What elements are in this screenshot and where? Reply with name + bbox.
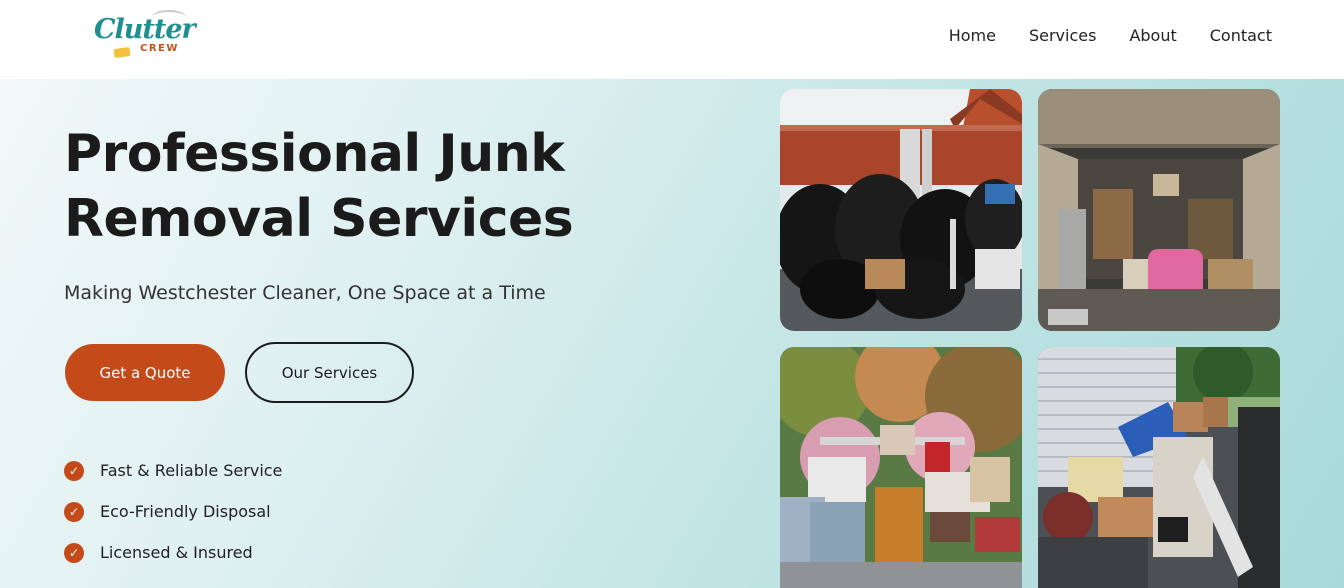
nav-contact-link[interactable]: Contact <box>1210 26 1272 45</box>
feature-label: Fast & Reliable Service <box>100 461 283 480</box>
logo-wordmark: Clutter <box>94 14 196 45</box>
site-header: Clutter CREW Home Services About Contact <box>0 0 1344 79</box>
check-circle-icon: ✓ <box>64 460 84 481</box>
main-nav: Home Services About Contact <box>949 26 1272 45</box>
feature-item: ✓ Licensed & Insured <box>64 532 282 573</box>
nav-services-link[interactable]: Services <box>1029 26 1096 45</box>
hero-title: Professional Junk Removal Services <box>64 122 704 252</box>
check-circle-icon: ✓ <box>64 542 84 563</box>
feature-item: ✓ Fast & Reliable Service <box>64 450 282 491</box>
storage-unit-photo <box>1038 89 1280 331</box>
side-yard-clutter-photo <box>1038 347 1280 588</box>
feature-label: Licensed & Insured <box>100 543 253 562</box>
feature-label: Eco-Friendly Disposal <box>100 502 271 521</box>
clutter-crew-logo[interactable]: Clutter CREW <box>92 10 196 60</box>
feature-list: ✓ Fast & Reliable Service ✓ Eco-Friendly… <box>64 450 282 573</box>
curbside-furniture-photo <box>780 347 1022 588</box>
check-circle-icon: ✓ <box>64 501 84 522</box>
logo-subtext: CREW <box>140 43 179 54</box>
nav-about-link[interactable]: About <box>1129 26 1176 45</box>
get-quote-button[interactable]: Get a Quote <box>65 344 225 401</box>
hero-subtitle: Making Westchester Cleaner, One Space at… <box>64 282 546 304</box>
hero-title-line-2: Removal Services <box>64 189 574 249</box>
our-services-button[interactable]: Our Services <box>245 342 414 403</box>
hero-title-line-1: Professional Junk <box>64 124 565 184</box>
junk-bags-photo <box>780 89 1022 331</box>
logo-tag-icon <box>113 46 131 59</box>
feature-item: ✓ Eco-Friendly Disposal <box>64 491 282 532</box>
nav-home-link[interactable]: Home <box>949 26 996 45</box>
